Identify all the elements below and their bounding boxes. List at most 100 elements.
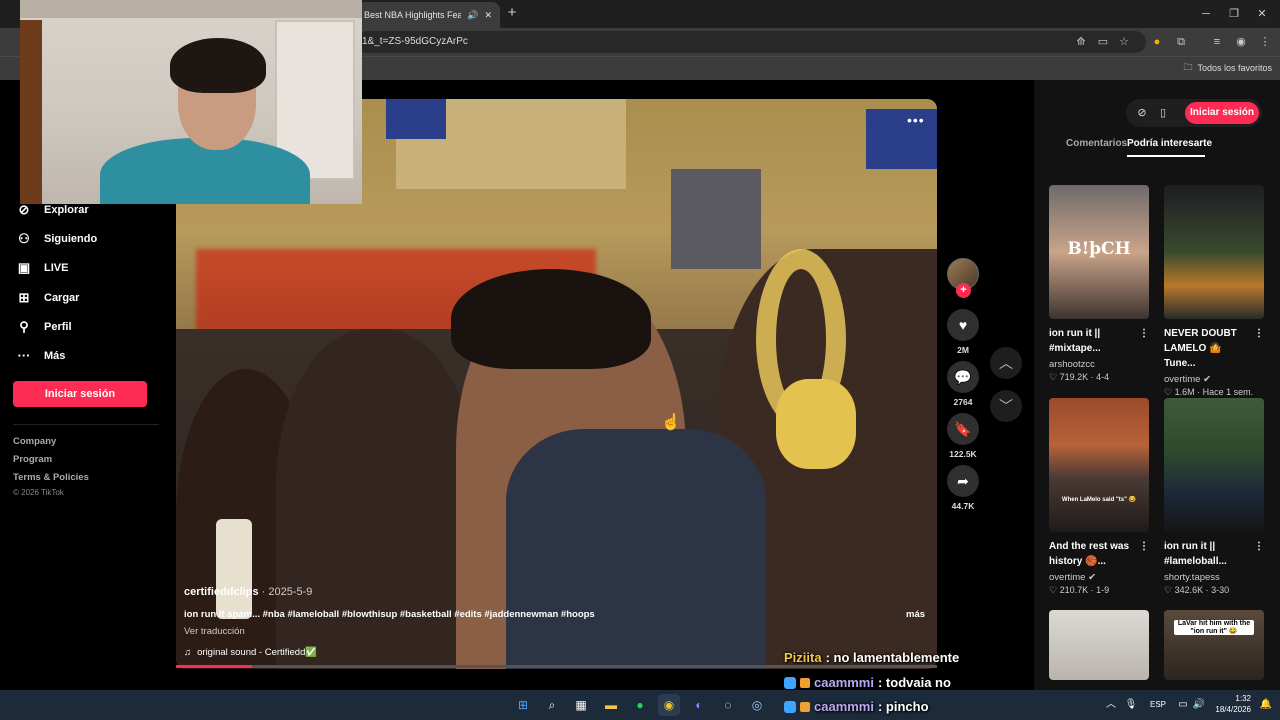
video-sound[interactable]: ♫ original sound - Certifiedd✅: [184, 647, 317, 658]
login-top-button[interactable]: Iniciar sesión: [1185, 102, 1259, 124]
language-indicator[interactable]: ESP: [1150, 700, 1166, 709]
sidebar-item-cargar[interactable]: ⊞ Cargar: [16, 290, 80, 306]
copyright-text: © 2026 TikTok: [13, 488, 64, 497]
video-options-icon[interactable]: •••: [907, 112, 925, 128]
video-date: · 2025-5-9: [258, 586, 313, 598]
all-bookmarks-button[interactable]: 🗀 Todos los favoritos: [1183, 60, 1272, 76]
card-stats: ♡ 342.6K · 3-30: [1164, 585, 1230, 595]
windows-start-icon[interactable]: ⊞: [512, 694, 534, 716]
login-button[interactable]: Iniciar sesión: [13, 381, 147, 407]
video-thumbnail[interactable]: [1164, 185, 1264, 319]
search-icon[interactable]: ⌕: [541, 694, 563, 716]
chat-message: caammmi: pincho: [784, 699, 929, 714]
address-bar[interactable]: 1&_t=ZS-95dGCyzArPc: [356, 31, 1146, 53]
folder-icon: 🗀: [1183, 62, 1193, 72]
next-video-chevron-down-icon[interactable]: ﹀: [990, 390, 1022, 422]
new-tab-button[interactable]: +: [504, 5, 520, 21]
video-thumbnail[interactable]: When LaMelo said "ts" 😂: [1049, 398, 1149, 532]
sidebar-item-live[interactable]: ▣ LIVE: [16, 260, 69, 276]
upload-icon: ⊞: [18, 290, 30, 305]
card-options-icon[interactable]: ⋮: [1254, 539, 1264, 554]
video-thumbnail[interactable]: [1049, 610, 1149, 680]
cast-icon[interactable]: ▭: [1094, 33, 1112, 51]
suggested-video-card[interactable]: B!þCH ion run it || #mixtape... ⋮ arshoot…: [1049, 185, 1149, 383]
active-tab-indicator: [1127, 155, 1205, 157]
bookmark-icon[interactable]: 🔖: [947, 413, 979, 445]
share-icon[interactable]: ➦: [947, 465, 979, 497]
tab-podria-interesarte[interactable]: Podría interesarte: [1127, 138, 1212, 149]
video-caption: ion run it spam... #nba #lameloball #blo…: [184, 609, 595, 620]
card-options-icon[interactable]: ⋮: [1139, 539, 1149, 554]
card-stats: ♡ 210.7K · 1-9: [1049, 585, 1110, 595]
suggested-video-card[interactable]: When LaMelo said "ts" 😂 And the rest was…: [1049, 398, 1149, 596]
video-thumbnail[interactable]: LaVar hit him with the "ion run it" 😂: [1164, 610, 1264, 680]
clock-time: 1:32: [1235, 694, 1251, 703]
card-options-icon[interactable]: ⋮: [1254, 326, 1264, 341]
minimize-icon[interactable]: ─: [1196, 6, 1216, 22]
app-icon[interactable]: ◌: [717, 694, 739, 716]
compass-icon: ⊘: [18, 202, 30, 217]
restore-icon[interactable]: ❐: [1224, 6, 1244, 22]
notification-icon[interactable]: 🔔: [1255, 694, 1277, 716]
card-author[interactable]: shorty.tapess: [1164, 572, 1264, 583]
suggested-video-card[interactable]: ion run it || #lameloball... ⋮ shorty.tap…: [1164, 398, 1264, 596]
translate-link[interactable]: Ver traducción: [184, 626, 245, 637]
video-progress-track[interactable]: [176, 665, 937, 668]
tab-comentarios[interactable]: Comentarios: [1066, 138, 1127, 149]
chat-message: Piziita: no lamentablemente: [784, 650, 959, 665]
store-icon[interactable]: ▦: [570, 694, 592, 716]
card-author[interactable]: arshootzcc: [1049, 359, 1149, 370]
sidebar-item-mas[interactable]: ··· Más: [16, 348, 66, 364]
microphone-icon[interactable]: 🎙: [1120, 694, 1142, 716]
like-heart-icon[interactable]: ♥: [947, 309, 979, 341]
footer-link-program[interactable]: Program: [13, 454, 52, 465]
translate-icon[interactable]: ⟰: [1072, 33, 1090, 51]
steam-icon[interactable]: ◎: [746, 694, 768, 716]
chat-username: caammmi: [814, 699, 874, 714]
bookmark-star-icon[interactable]: ☆: [1115, 33, 1133, 51]
sidebar-item-explorar[interactable]: ⊘ Explorar: [16, 202, 89, 218]
video-author[interactable]: certifieddclips · 2025-5-9: [184, 586, 312, 598]
extensions-icon[interactable]: ⧉: [1172, 33, 1190, 51]
speaker-icon[interactable]: 🔊: [467, 10, 478, 21]
card-author[interactable]: overtime ✔: [1049, 572, 1149, 583]
caption-more-link[interactable]: más: [906, 609, 925, 620]
card-options-icon[interactable]: ⋮: [1139, 326, 1149, 341]
coin-icon[interactable]: ⊘: [1133, 104, 1151, 122]
video-thumbnail[interactable]: [1164, 398, 1264, 532]
media-control-icon[interactable]: ≡: [1208, 33, 1226, 51]
file-explorer-icon[interactable]: ▬: [600, 694, 622, 716]
video-thumbnail[interactable]: B!þCH: [1049, 185, 1149, 319]
discord-icon[interactable]: ◐: [688, 694, 710, 716]
more-icon: ···: [17, 348, 31, 363]
clock[interactable]: 1:32 18/4/2026: [1207, 693, 1251, 715]
extension-color-icon[interactable]: ●: [1148, 33, 1166, 51]
sidebar-item-siguiendo[interactable]: ⚇ Siguiendo: [16, 231, 97, 247]
footer-link-company[interactable]: Company: [13, 436, 56, 447]
browser-tab[interactable]: Best NBA Highlights Featu 🔊 ✕: [356, 2, 500, 28]
spotify-icon[interactable]: ●: [629, 694, 651, 716]
card-stats: ♡ 1.6M · Hace 1 sem.: [1164, 387, 1254, 397]
sidebar-item-perfil[interactable]: ⚲ Perfil: [16, 319, 71, 335]
footer-link-terms[interactable]: Terms & Policies: [13, 472, 89, 483]
sidebar-item-label: Explorar: [44, 204, 89, 216]
chat-username: caammmi: [814, 675, 874, 690]
menu-kebab-icon[interactable]: ⋮: [1256, 33, 1274, 51]
previous-video-chevron-up-icon[interactable]: ︿: [990, 347, 1022, 379]
account-icon[interactable]: ◉: [1232, 33, 1250, 51]
suggested-video-card[interactable]: [1049, 610, 1149, 680]
sound-name: original sound - Certifiedd✅: [197, 647, 318, 658]
suggested-video-card[interactable]: NEVER DOUBT LAMELO 🤷 Tune... ⋮ overtime ✔…: [1164, 185, 1264, 398]
tab-close-icon[interactable]: ✕: [484, 10, 492, 21]
comment-icon[interactable]: 💬: [947, 361, 979, 393]
chrome-icon[interactable]: ◉: [658, 694, 680, 716]
card-author[interactable]: overtime ✔: [1164, 374, 1264, 385]
follow-plus-icon[interactable]: +: [956, 283, 971, 298]
save-count: 122.5K: [949, 449, 977, 459]
badge-icon: [784, 700, 796, 713]
window-close-icon[interactable]: ✕: [1252, 6, 1272, 22]
phone-icon[interactable]: ▯: [1154, 104, 1172, 122]
tray-chevron-up-icon[interactable]: ︿: [1100, 694, 1122, 716]
author-name[interactable]: certifieddclips: [184, 586, 259, 598]
suggested-video-card[interactable]: LaVar hit him with the "ion run it" 😂: [1164, 610, 1264, 680]
